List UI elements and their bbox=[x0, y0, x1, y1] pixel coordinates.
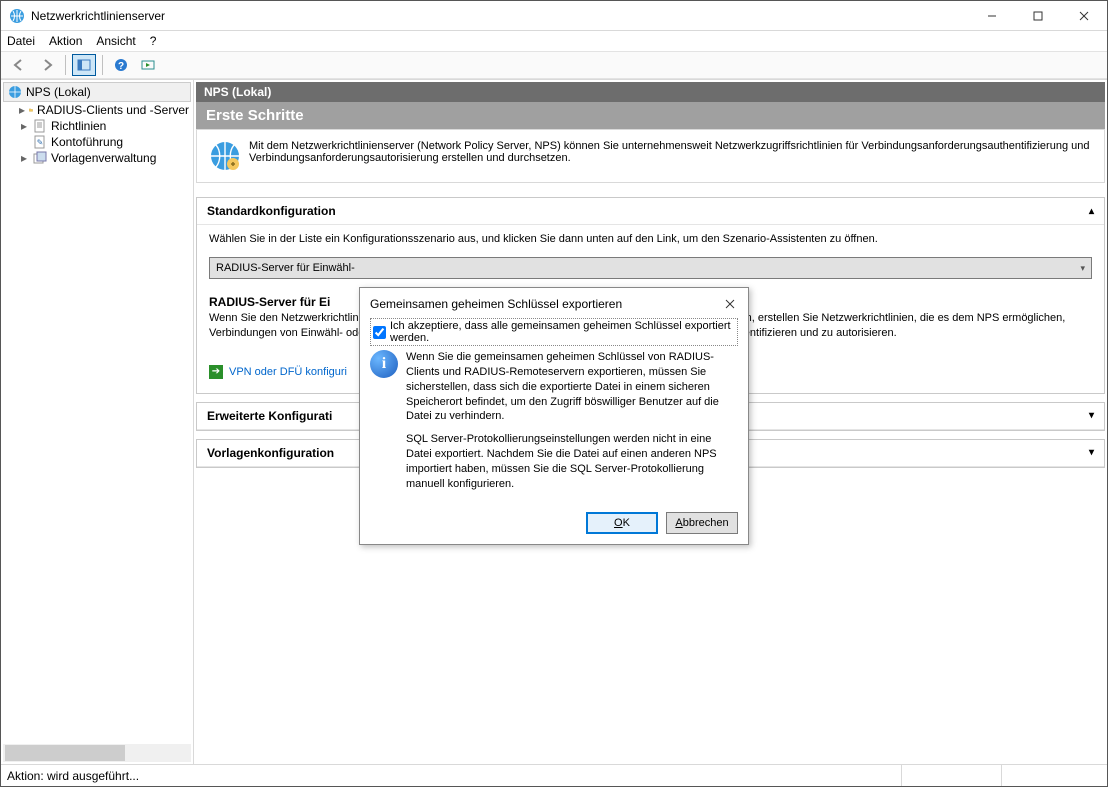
show-hide-tree-button[interactable] bbox=[72, 54, 96, 76]
panel-title: Erweiterte Konfigurati bbox=[207, 409, 332, 423]
tree-item-radius-clients[interactable]: ▸ RADIUS-Clients und -Server bbox=[17, 102, 191, 118]
info-icon: i bbox=[370, 350, 398, 378]
template-icon bbox=[33, 151, 47, 165]
minimize-button[interactable] bbox=[969, 1, 1015, 31]
tree-item-templates[interactable]: ▸ Vorlagenverwaltung bbox=[17, 150, 191, 166]
tree-item-label: Vorlagenverwaltung bbox=[51, 151, 156, 165]
status-text: Aktion: wird ausgeführt... bbox=[7, 769, 139, 783]
accept-export-checkbox-row[interactable]: Ich akzeptiere, dass alle gemeinsamen ge… bbox=[370, 318, 738, 346]
policy-icon bbox=[33, 119, 47, 133]
configure-vpn-link[interactable]: VPN oder DFÜ konfiguri bbox=[229, 366, 347, 378]
scenario-dropdown[interactable]: RADIUS-Server für Einwähl- ▾ bbox=[209, 257, 1092, 279]
dialog-para-1: Wenn Sie die gemeinsamen geheimen Schlüs… bbox=[406, 350, 738, 424]
window-title: Netzwerkrichtlinienserver bbox=[31, 9, 969, 23]
menu-file[interactable]: Datei bbox=[7, 34, 35, 48]
close-button[interactable] bbox=[1061, 1, 1107, 31]
dialog-titlebar: Gemeinsamen geheimen Schlüssel exportier… bbox=[360, 288, 748, 318]
tree-pane: NPS (Lokal) ▸ RADIUS-Clients und -Server… bbox=[1, 80, 194, 764]
dialog-close-button[interactable] bbox=[720, 294, 740, 314]
panel-header-standard[interactable]: Standardkonfiguration ▴ bbox=[197, 198, 1104, 225]
ok-button[interactable]: OK bbox=[586, 512, 658, 534]
content-header: NPS (Lokal) bbox=[196, 82, 1105, 102]
arrow-right-icon: ➔ bbox=[209, 365, 223, 379]
spacer bbox=[19, 135, 29, 149]
tree-root-label: NPS (Lokal) bbox=[26, 85, 91, 99]
panel-title: Vorlagenkonfiguration bbox=[207, 446, 334, 460]
status-cell bbox=[901, 765, 1001, 786]
start-service-button[interactable] bbox=[137, 54, 161, 76]
std-hint: Wählen Sie in der Liste ein Konfiguratio… bbox=[209, 233, 1092, 245]
checkbox-label: Ich akzeptiere, dass alle gemeinsamen ge… bbox=[390, 320, 735, 344]
panel-title: Standardkonfiguration bbox=[207, 204, 336, 218]
toolbar-separator bbox=[65, 55, 66, 75]
chevron-down-icon: ▾ bbox=[1089, 410, 1094, 421]
tree-item-label: Kontoführung bbox=[51, 135, 123, 149]
tree-item-policies[interactable]: ▸ Richtlinien bbox=[17, 118, 191, 134]
app-icon bbox=[9, 8, 25, 24]
svg-text:?: ? bbox=[118, 61, 124, 72]
cancel-button[interactable]: Abbrechen bbox=[666, 512, 738, 534]
export-shared-secret-dialog: Gemeinsamen geheimen Schlüssel exportier… bbox=[359, 287, 749, 545]
dialog-info-text: Wenn Sie die gemeinsamen geheimen Schlüs… bbox=[406, 350, 738, 500]
back-button[interactable] bbox=[7, 54, 31, 76]
dialog-title: Gemeinsamen geheimen Schlüssel exportier… bbox=[370, 297, 622, 311]
chevron-down-icon: ▾ bbox=[1089, 447, 1094, 458]
tree-horizontal-scrollbar[interactable] bbox=[3, 744, 191, 762]
menu-action[interactable]: Aktion bbox=[49, 34, 82, 48]
dropdown-value: RADIUS-Server für Einwähl- bbox=[216, 262, 355, 274]
intro-globe-icon bbox=[209, 140, 241, 172]
app-window: Netzwerkrichtlinienserver Datei Aktion A… bbox=[0, 0, 1108, 787]
title-bar: Netzwerkrichtlinienserver bbox=[1, 1, 1107, 31]
maximize-button[interactable] bbox=[1015, 1, 1061, 31]
tree-item-accounting[interactable]: ✎ Kontoführung bbox=[17, 134, 191, 150]
tree-item-label: RADIUS-Clients und -Server bbox=[37, 103, 189, 117]
forward-button[interactable] bbox=[35, 54, 59, 76]
intro-text: Mit dem Netzwerkrichtlinienserver (Netwo… bbox=[249, 140, 1092, 172]
expander-icon[interactable]: ▸ bbox=[19, 119, 29, 133]
toolbar-separator bbox=[102, 55, 103, 75]
folder-icon bbox=[29, 103, 33, 117]
expander-icon[interactable]: ▸ bbox=[19, 103, 25, 117]
expander-icon[interactable]: ▸ bbox=[19, 151, 29, 165]
menu-bar: Datei Aktion Ansicht ? bbox=[1, 31, 1107, 51]
toolbar: ? bbox=[1, 51, 1107, 79]
dialog-para-2: SQL Server-Protokollierungseinstellungen… bbox=[406, 432, 738, 491]
accept-export-checkbox[interactable] bbox=[373, 326, 386, 339]
status-cell bbox=[1001, 765, 1101, 786]
menu-help[interactable]: ? bbox=[150, 34, 157, 48]
globe-icon bbox=[8, 85, 22, 99]
status-bar: Aktion: wird ausgeführt... bbox=[1, 764, 1107, 786]
help-button[interactable]: ? bbox=[109, 54, 133, 76]
chevron-up-icon: ▴ bbox=[1089, 206, 1094, 217]
tree-item-label: Richtlinien bbox=[51, 119, 106, 133]
chevron-down-icon: ▾ bbox=[1080, 263, 1085, 274]
tree-root[interactable]: NPS (Lokal) bbox=[3, 82, 191, 102]
section-title: Erste Schritte bbox=[196, 102, 1105, 129]
window-controls bbox=[969, 1, 1107, 31]
svg-text:✎: ✎ bbox=[37, 138, 44, 147]
accounting-icon: ✎ bbox=[33, 135, 47, 149]
intro-box: Mit dem Netzwerkrichtlinienserver (Netwo… bbox=[196, 129, 1105, 183]
menu-view[interactable]: Ansicht bbox=[96, 34, 135, 48]
